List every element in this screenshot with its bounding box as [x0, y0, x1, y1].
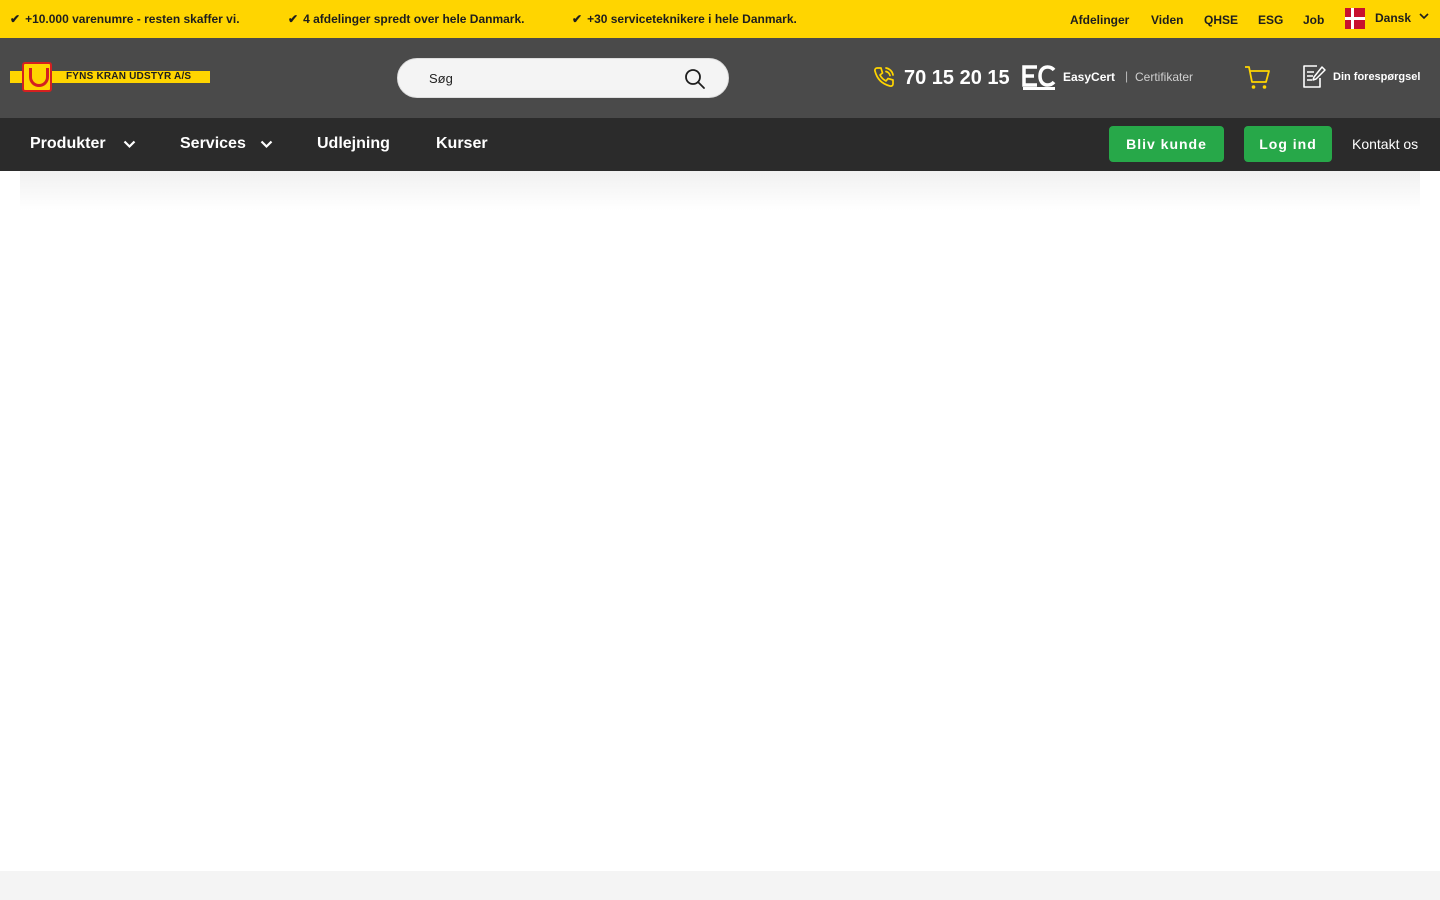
- main-header: FYNS KRAN UDSTYR A/S 70 15 20 15 EasyCer…: [0, 38, 1440, 118]
- search-box: [397, 58, 729, 98]
- cart-icon[interactable]: [1243, 63, 1271, 91]
- toplink-viden[interactable]: Viden: [1151, 13, 1183, 27]
- login-button[interactable]: Log ind: [1244, 126, 1332, 162]
- top-announcement-bar: ✔ +10.000 varenumre - resten skaffer vi. …: [0, 0, 1440, 38]
- contact-link[interactable]: Kontakt os: [1352, 136, 1418, 152]
- usp-item: ✔ +10.000 varenumre - resten skaffer vi.: [10, 12, 240, 26]
- header-shadow: [20, 171, 1420, 211]
- chevron-down-icon: [1419, 13, 1429, 20]
- check-icon: ✔: [572, 12, 583, 26]
- usp-item: ✔ 4 afdelinger spredt over hele Danmark.: [288, 12, 524, 26]
- easycert-label[interactable]: EasyCert: [1063, 70, 1115, 84]
- nav-item-services[interactable]: Services: [180, 135, 246, 153]
- chevron-down-icon[interactable]: [123, 140, 136, 149]
- usp-text: +30 serviceteknikere i hele Danmark.: [587, 12, 797, 26]
- main-content: [0, 171, 1440, 871]
- search-icon[interactable]: [684, 68, 706, 90]
- denmark-flag-icon: [1345, 8, 1365, 29]
- company-logo[interactable]: FYNS KRAN UDSTYR A/S: [10, 62, 210, 92]
- easycert-separator: |: [1125, 69, 1129, 83]
- toplink-afdelinger[interactable]: Afdelinger: [1070, 13, 1129, 27]
- nav-item-produkter[interactable]: Produkter: [30, 135, 106, 153]
- logo-text: FYNS KRAN UDSTYR A/S: [66, 71, 192, 82]
- language-label: Dansk: [1375, 11, 1412, 25]
- usp-item: ✔ +30 serviceteknikere i hele Danmark.: [572, 12, 797, 26]
- phone-icon[interactable]: [872, 65, 896, 89]
- usp-text: +10.000 varenumre - resten skaffer vi.: [25, 12, 240, 26]
- main-navigation: Produkter Services Udlejning Kurser Bliv…: [0, 118, 1440, 171]
- check-icon: ✔: [10, 12, 21, 26]
- language-selector[interactable]: Dansk: [1345, 8, 1429, 30]
- nav-item-udlejning[interactable]: Udlejning: [317, 135, 390, 153]
- check-icon: ✔: [288, 12, 299, 26]
- usp-text: 4 afdelinger spredt over hele Danmark.: [303, 12, 525, 26]
- search-input[interactable]: [414, 59, 674, 97]
- become-customer-button[interactable]: Bliv kunde: [1109, 126, 1224, 162]
- toplink-job[interactable]: Job: [1303, 13, 1324, 27]
- toplink-qhse[interactable]: QHSE: [1204, 13, 1238, 27]
- certificates-link[interactable]: Certifikater: [1135, 70, 1193, 84]
- toplink-esg[interactable]: ESG: [1258, 13, 1283, 27]
- inquiry-label[interactable]: Din forespørgsel: [1333, 71, 1420, 83]
- nav-item-kurser[interactable]: Kurser: [436, 135, 488, 153]
- footer-strip: [0, 871, 1440, 900]
- easycert-logo-icon[interactable]: [1022, 65, 1056, 91]
- inquiry-document-icon[interactable]: [1301, 64, 1327, 90]
- phone-number[interactable]: 70 15 20 15: [904, 67, 1010, 90]
- logo-mark-icon: [22, 62, 52, 92]
- chevron-down-icon[interactable]: [260, 140, 273, 149]
